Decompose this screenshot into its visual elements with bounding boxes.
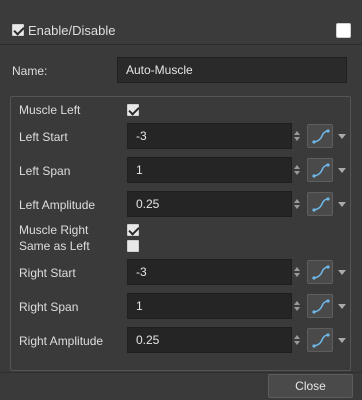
left-span-spinner[interactable] <box>293 165 301 175</box>
left-start-function-button[interactable] <box>307 124 333 148</box>
enable-checkbox[interactable] <box>12 24 24 36</box>
left-start-label: Left Start <box>19 130 68 144</box>
function-curve-icon <box>312 163 330 178</box>
muscle-right-label: Muscle Right <box>19 223 89 237</box>
right-amplitude-dropdown-icon[interactable] <box>338 338 346 343</box>
left-span-field[interactable]: 1 <box>127 157 292 183</box>
right-amplitude-function-button[interactable] <box>307 328 333 352</box>
right-start-field[interactable]: -3 <box>127 259 292 285</box>
left-amplitude-function-button[interactable] <box>307 192 333 216</box>
right-start-label: Right Start <box>19 266 76 280</box>
same-as-left-label: Same as Left <box>19 239 90 253</box>
left-amplitude-label: Left Amplitude <box>19 198 96 212</box>
same-as-left-checkbox[interactable] <box>127 240 139 252</box>
left-start-row: Left Start -3 <box>11 121 352 151</box>
right-span-field[interactable]: 1 <box>127 293 292 319</box>
right-amplitude-row: Right Amplitude 0.25 <box>11 325 352 355</box>
function-curve-icon <box>312 299 330 314</box>
function-curve-icon <box>312 333 330 348</box>
left-start-dropdown-icon[interactable] <box>338 134 346 139</box>
right-start-row: Right Start -3 <box>11 257 352 287</box>
right-span-label: Right Span <box>19 300 79 314</box>
color-swatch[interactable] <box>336 23 351 38</box>
name-row: Name: Auto-Muscle <box>0 57 362 85</box>
right-start-spinner[interactable] <box>293 267 301 277</box>
function-curve-icon <box>312 265 330 280</box>
left-span-function-button[interactable] <box>307 158 333 182</box>
right-span-function-button[interactable] <box>307 294 333 318</box>
muscle-right-checkbox[interactable] <box>127 224 139 236</box>
auto-muscle-dialog: Enable/Disable Name: Auto-Muscle Muscle … <box>0 0 362 400</box>
right-span-dropdown-icon[interactable] <box>338 304 346 309</box>
right-span-spinner[interactable] <box>293 301 301 311</box>
function-curve-icon <box>312 129 330 144</box>
dialog-header: Enable/Disable <box>0 0 362 45</box>
muscle-left-checkbox[interactable] <box>127 104 139 116</box>
right-start-dropdown-icon[interactable] <box>338 270 346 275</box>
name-label: Name: <box>12 64 48 78</box>
name-field[interactable]: Auto-Muscle <box>117 57 347 83</box>
right-start-function-button[interactable] <box>307 260 333 284</box>
function-curve-icon <box>312 197 330 212</box>
left-start-spinner[interactable] <box>293 131 301 141</box>
close-button[interactable]: Close <box>268 374 353 398</box>
left-span-row: Left Span 1 <box>11 155 352 185</box>
right-amplitude-spinner[interactable] <box>293 335 301 345</box>
left-amplitude-dropdown-icon[interactable] <box>338 202 346 207</box>
right-amplitude-label: Right Amplitude <box>19 334 104 348</box>
left-start-field[interactable]: -3 <box>127 123 292 149</box>
footer-divider <box>0 372 362 373</box>
right-span-row: Right Span 1 <box>11 291 352 321</box>
left-span-label: Left Span <box>19 164 71 178</box>
parameters-group: Muscle Left Left Start -3 Left Span 1 Le… <box>10 96 351 371</box>
left-amplitude-field[interactable]: 0.25 <box>127 191 292 217</box>
left-span-dropdown-icon[interactable] <box>338 168 346 173</box>
right-amplitude-field[interactable]: 0.25 <box>127 327 292 353</box>
left-amplitude-row: Left Amplitude 0.25 <box>11 189 352 219</box>
enable-label: Enable/Disable <box>28 23 116 38</box>
muscle-left-label: Muscle Left <box>19 103 81 117</box>
left-amplitude-spinner[interactable] <box>293 199 301 209</box>
